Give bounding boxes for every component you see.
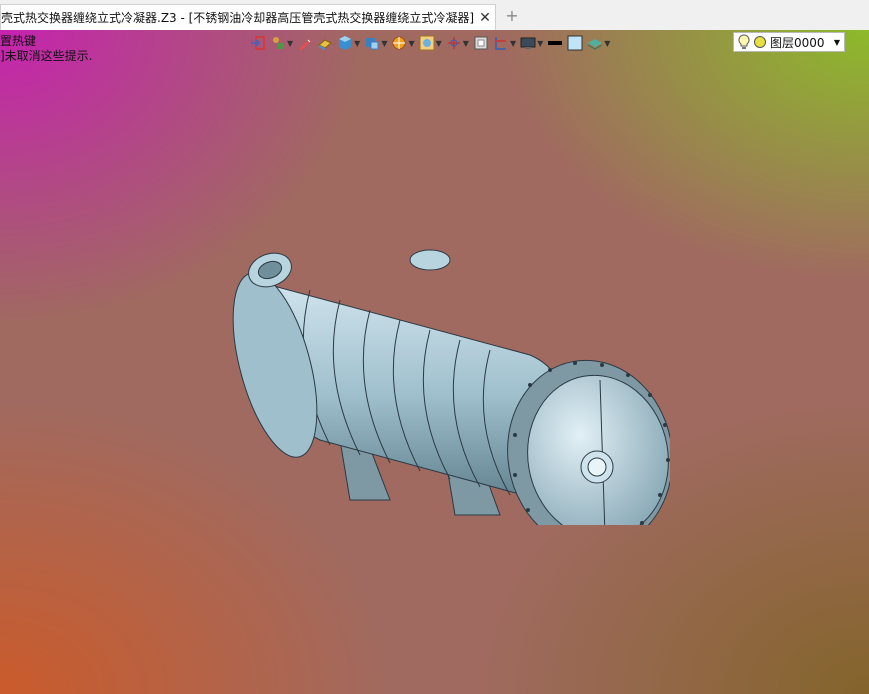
view-cube-tool[interactable]: ▼ xyxy=(364,32,387,54)
axis-icon xyxy=(447,37,460,49)
display-tool[interactable]: ▼ xyxy=(520,32,543,54)
frame-tool[interactable] xyxy=(473,32,489,54)
view-toolbar: ▼ ▼ ▼ ▼ ▼ ▼ ▼ ▼ ▼ xyxy=(250,32,614,54)
layer-stack-tool[interactable]: ▼ xyxy=(587,32,610,54)
frame-icon xyxy=(474,36,488,50)
sketch-pencil-icon xyxy=(300,39,312,50)
heat-exchanger-model[interactable] xyxy=(230,205,670,525)
axis-tool[interactable]: ▼ xyxy=(446,32,469,54)
section-icon xyxy=(495,37,506,50)
line-black-icon xyxy=(548,41,563,45)
line-style-tool[interactable] xyxy=(547,32,563,54)
layer-tool-icon xyxy=(273,37,284,49)
color-tool[interactable] xyxy=(567,32,583,54)
chevron-down-icon: ▼ xyxy=(604,38,611,48)
document-tab[interactable]: 壳式热交换器缠绕立式冷凝器.Z3 - [不锈钢油冷却器高压管壳式热交换器缠绕立式… xyxy=(0,4,496,30)
top-nozzle xyxy=(409,249,451,271)
color-swatch-icon xyxy=(567,35,583,51)
document-tab-bar: 壳式热交换器缠绕立式冷凝器.Z3 - [不锈钢油冷却器高压管壳式热交换器缠绕立式… xyxy=(0,0,869,31)
chevron-down-icon: ▼ xyxy=(537,38,544,48)
exit-icon xyxy=(251,36,265,50)
section-tool[interactable]: ▼ xyxy=(493,32,516,54)
layer-select[interactable]: 图层0000 ▼ xyxy=(733,32,845,52)
sketch-tool[interactable] xyxy=(297,32,313,54)
hint-line-1: 置热键 xyxy=(0,34,37,48)
chevron-down-icon: ▼ xyxy=(408,38,415,48)
yellow-circle-icon xyxy=(754,36,766,48)
layer-name: 图层0000 xyxy=(770,35,825,50)
view-cube-icon xyxy=(366,38,379,50)
chevron-down-icon[interactable]: ▼ xyxy=(830,38,844,47)
zoom-fit-icon xyxy=(419,35,435,51)
layer-tool[interactable]: ▼ xyxy=(270,32,293,54)
chevron-down-icon: ▼ xyxy=(354,38,361,48)
chevron-down-icon: ▼ xyxy=(509,38,517,48)
eraser-tool[interactable] xyxy=(317,32,333,54)
layer-stack-icon xyxy=(588,39,603,50)
display-icon xyxy=(520,37,536,49)
3d-viewport[interactable]: 置热键 ]未取消这些提示. ▼ ▼ ▼ ▼ ▼ ▼ ▼ ▼ ▼ 图层0000 ▼ xyxy=(0,30,869,694)
add-tab-icon[interactable]: + xyxy=(503,6,521,26)
chevron-down-icon: ▼ xyxy=(435,38,442,48)
chevron-down-icon: ▼ xyxy=(381,38,388,48)
exit-tool[interactable] xyxy=(250,32,266,54)
document-tab-title: 壳式热交换器缠绕立式冷凝器.Z3 - [不锈钢油冷却器高压管壳式热交换器缠绕立式… xyxy=(1,10,474,25)
chevron-down-icon: ▼ xyxy=(462,38,469,48)
eraser-icon xyxy=(318,39,333,50)
zoom-fit-tool[interactable]: ▼ xyxy=(419,32,442,54)
solid-cube-icon xyxy=(339,36,352,50)
hint-text: 置热键 ]未取消这些提示. xyxy=(0,34,93,64)
lightbulb-icon xyxy=(738,34,750,49)
appearance-tool[interactable]: ▼ xyxy=(391,32,415,54)
solid-tool[interactable]: ▼ xyxy=(337,32,360,54)
close-icon[interactable]: ✕ xyxy=(475,10,495,26)
appearance-icon xyxy=(392,36,406,50)
hint-line-2: ]未取消这些提示. xyxy=(0,49,93,63)
chevron-down-icon: ▼ xyxy=(287,38,294,48)
